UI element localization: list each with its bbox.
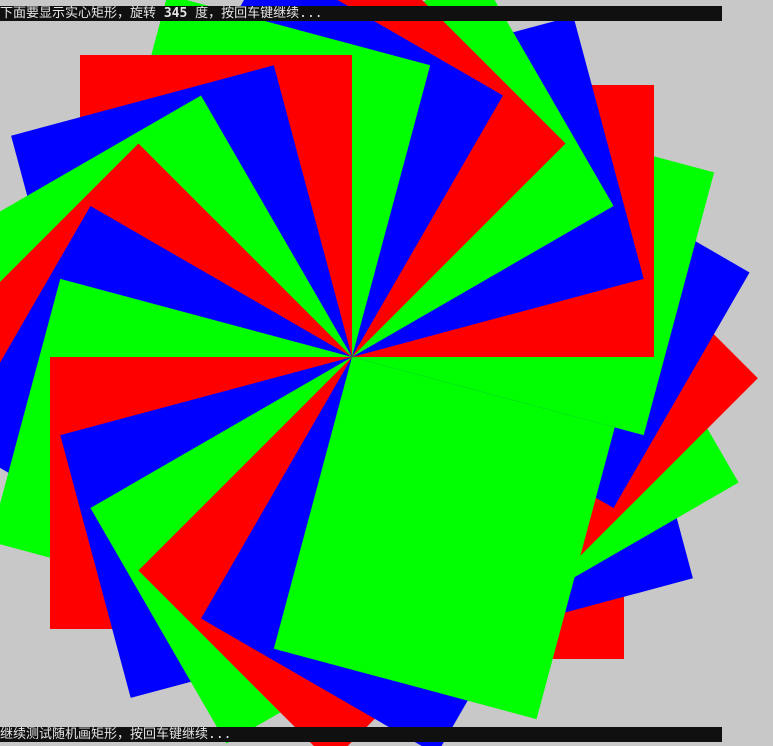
prompt-text-suffix: 度，按回车键继续... xyxy=(187,6,323,21)
console-prompt-top: 下面要显示实心矩形，旋转 345 度，按回车键继续... xyxy=(0,6,722,21)
rotation-angle-value: 345 xyxy=(163,6,188,21)
graphics-window: 下面要显示实心矩形，旋转 345 度，按回车键继续... 继续测试随机画矩形，按… xyxy=(0,0,773,746)
prompt-text-prefix: 下面要显示实心矩形，旋转 xyxy=(0,6,164,21)
prompt-text: 继续测试随机画矩形，按回车键继续... xyxy=(0,727,232,742)
filled-rectangles xyxy=(0,0,758,746)
console-prompt-bottom: 继续测试随机画矩形，按回车键继续... xyxy=(0,727,722,742)
drawing-canvas xyxy=(0,0,758,746)
